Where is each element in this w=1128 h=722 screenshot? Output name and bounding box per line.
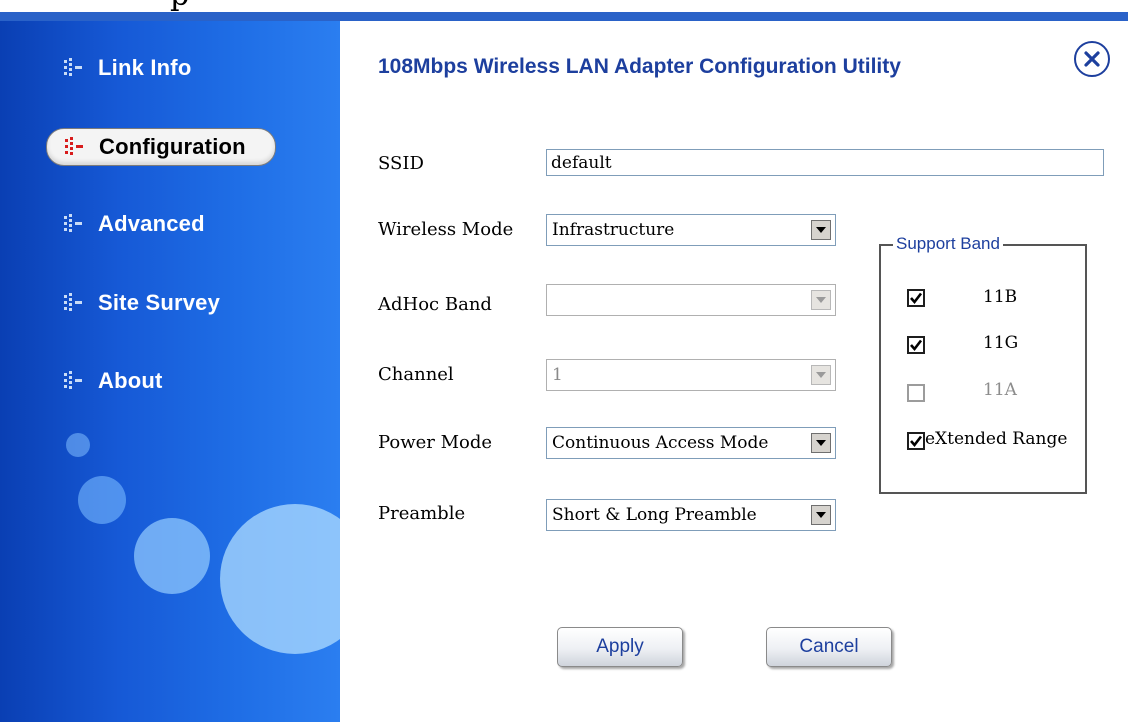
- dropdown-arrow-icon: [811, 365, 831, 385]
- bars-icon: [64, 293, 82, 311]
- close-icon: [1084, 51, 1100, 67]
- checkbox-11b[interactable]: [907, 289, 925, 307]
- close-button[interactable]: [1074, 41, 1110, 77]
- preamble-select[interactable]: Short & Long Preamble: [546, 499, 836, 531]
- cancel-button[interactable]: Cancel: [766, 627, 892, 667]
- wireless-mode-select[interactable]: Infrastructure: [546, 214, 836, 246]
- checkmark-icon: [910, 339, 923, 352]
- band-label-extended-range: eXtended Range: [925, 429, 1068, 449]
- checkmark-icon: [910, 292, 923, 305]
- decorative-circle: [78, 476, 126, 524]
- channel-label: Channel: [378, 364, 454, 385]
- bars-icon: [65, 137, 83, 155]
- power-mode-label: Power Mode: [378, 432, 493, 453]
- channel-select: 1: [546, 359, 836, 391]
- adhoc-band-label: AdHoc Band: [378, 294, 492, 315]
- decorative-circle: [66, 433, 90, 457]
- sidebar-item-label: Configuration: [99, 134, 246, 159]
- top-caption-strip: p: [0, 0, 1128, 12]
- sidebar-item-label: Advanced: [98, 211, 205, 236]
- sidebar-item-label: Link Info: [98, 55, 192, 80]
- apply-button[interactable]: Apply: [557, 627, 683, 667]
- preamble-label: Preamble: [378, 503, 466, 524]
- band-label-11a: 11A: [983, 380, 1017, 400]
- bars-icon: [64, 371, 82, 389]
- sidebar-item-configuration[interactable]: Configuration: [46, 128, 276, 166]
- power-mode-select[interactable]: Continuous Access Mode: [546, 427, 836, 459]
- sidebar-item-about[interactable]: About: [46, 363, 163, 399]
- band-label-11g: 11G: [983, 333, 1019, 353]
- checkbox-11a: [907, 384, 925, 402]
- power-mode-value: Continuous Access Mode: [552, 433, 769, 453]
- wireless-mode-value: Infrastructure: [552, 220, 675, 240]
- channel-value: 1: [552, 365, 563, 385]
- dropdown-arrow-icon[interactable]: [811, 433, 831, 453]
- support-band-group: Support Band 11B 11G 11A eXtended Range: [879, 234, 1087, 494]
- dropdown-arrow-icon: [811, 290, 831, 310]
- checkbox-extended-range[interactable]: [907, 432, 925, 450]
- checkmark-icon: [910, 435, 923, 448]
- decorative-circle: [134, 518, 210, 594]
- sidebar-item-label: Site Survey: [98, 290, 221, 315]
- sidebar-item-link-info[interactable]: Link Info: [46, 50, 191, 86]
- support-band-title: Support Band: [893, 234, 1003, 254]
- dropdown-arrow-icon[interactable]: [811, 220, 831, 240]
- checkbox-11g[interactable]: [907, 336, 925, 354]
- decorative-circle: [220, 504, 340, 654]
- sidebar-item-advanced[interactable]: Advanced: [46, 206, 205, 242]
- main-panel: 108Mbps Wireless LAN Adapter Configurati…: [340, 21, 1128, 722]
- sidebar: Link Info Configuration Advanced Site Su…: [0, 21, 340, 722]
- preamble-value: Short & Long Preamble: [552, 505, 757, 525]
- sidebar-item-label: About: [98, 368, 163, 393]
- title-bar: [0, 12, 1128, 21]
- wireless-mode-label: Wireless Mode: [378, 219, 514, 240]
- ssid-input[interactable]: [546, 149, 1104, 176]
- bars-icon: [64, 214, 82, 232]
- bars-icon: [64, 58, 82, 76]
- caption-fragment: p: [170, 0, 189, 12]
- band-label-11b: 11B: [983, 287, 1018, 307]
- sidebar-item-site-survey[interactable]: Site Survey: [46, 285, 220, 321]
- page-title: 108Mbps Wireless LAN Adapter Configurati…: [378, 55, 901, 78]
- dropdown-arrow-icon[interactable]: [811, 505, 831, 525]
- adhoc-band-select: [546, 284, 836, 316]
- ssid-label: SSID: [378, 153, 424, 174]
